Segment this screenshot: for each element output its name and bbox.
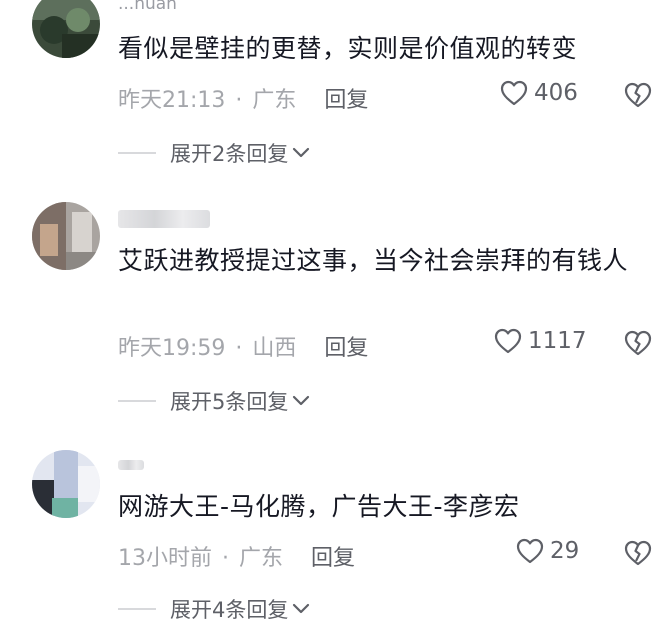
like-button[interactable]: 1117 (494, 328, 587, 354)
comment-location: 山西 (252, 336, 297, 361)
avatar-image-icon (32, 450, 100, 518)
expand-replies-label: 展开2条回复 (170, 142, 289, 166)
username[interactable] (118, 460, 144, 470)
reply-button[interactable]: 回复 (324, 88, 368, 113)
comment-item-2: 艾跃进教授提过这事，当今社会崇拜的有钱人 昨天19:59 · 山西 回复 1117 展… (0, 196, 660, 436)
expand-replies-button[interactable]: 展开4条回复 (118, 594, 310, 624)
heart-outline-icon (500, 80, 528, 106)
like-button[interactable]: 29 (516, 538, 579, 564)
username[interactable]: ...nuan (118, 0, 177, 14)
comment-location: 广东 (252, 88, 297, 113)
like-button[interactable]: 406 (500, 80, 578, 106)
reply-button[interactable]: 回复 (324, 336, 368, 361)
broken-heart-icon (624, 540, 652, 566)
comment-item-3: 网游大王-马化腾，广告大王-李彦宏 13小时前 · 广东 回复 29 展开4条回复 (0, 444, 660, 644)
separator-dot: · (222, 546, 229, 571)
like-count: 29 (550, 538, 580, 564)
expand-divider-line (118, 400, 156, 402)
avatar[interactable] (32, 202, 100, 270)
separator-dot: · (235, 88, 243, 113)
broken-heart-icon (624, 330, 652, 356)
expand-divider-line (118, 152, 156, 154)
separator-dot: · (235, 336, 243, 361)
avatar-image-icon (32, 0, 100, 58)
chevron-down-icon (293, 395, 310, 406)
expand-replies-label: 展开4条回复 (170, 598, 289, 622)
dislike-button[interactable] (624, 540, 652, 570)
comment-text: 看似是壁挂的更替，实则是价值观的转变 (118, 34, 578, 63)
broken-heart-icon (624, 82, 652, 108)
comment-item-1: ...nuan 看似是壁挂的更替，实则是价值观的转变 昨天21:13 · 广东 回复 … (0, 0, 660, 180)
like-count: 1117 (528, 328, 587, 354)
avatar[interactable] (32, 0, 100, 58)
avatar-image-icon (32, 202, 100, 270)
comment-time: 昨天21:13 (118, 88, 226, 113)
username[interactable] (118, 210, 210, 228)
chevron-down-icon (293, 147, 310, 158)
comment-text: 艾跃进教授提过这事，当今社会崇拜的有钱人 (118, 246, 629, 275)
dislike-button[interactable] (624, 82, 652, 112)
reply-button[interactable]: 回复 (311, 546, 355, 571)
expand-replies-button[interactable]: 展开2条回复 (118, 138, 310, 168)
expand-divider-line (118, 608, 156, 610)
dislike-button[interactable] (624, 330, 652, 360)
avatar[interactable] (32, 450, 100, 518)
comment-meta: 昨天19:59 · 山西 回复 (118, 330, 368, 362)
heart-outline-icon (516, 538, 544, 564)
comment-text: 网游大王-马化腾，广告大王-李彦宏 (118, 492, 520, 521)
comment-meta: 昨天21:13 · 广东 回复 (118, 82, 368, 114)
comment-location: 广东 (239, 546, 284, 571)
expand-replies-button[interactable]: 展开5条回复 (118, 386, 310, 416)
comment-time: 13小时前 (118, 546, 212, 571)
heart-outline-icon (494, 328, 522, 354)
comment-meta: 13小时前 · 广东 回复 (118, 540, 355, 572)
like-count: 406 (534, 80, 578, 106)
chevron-down-icon (293, 603, 310, 614)
expand-replies-label: 展开5条回复 (170, 390, 289, 414)
comment-time: 昨天19:59 (118, 336, 226, 361)
